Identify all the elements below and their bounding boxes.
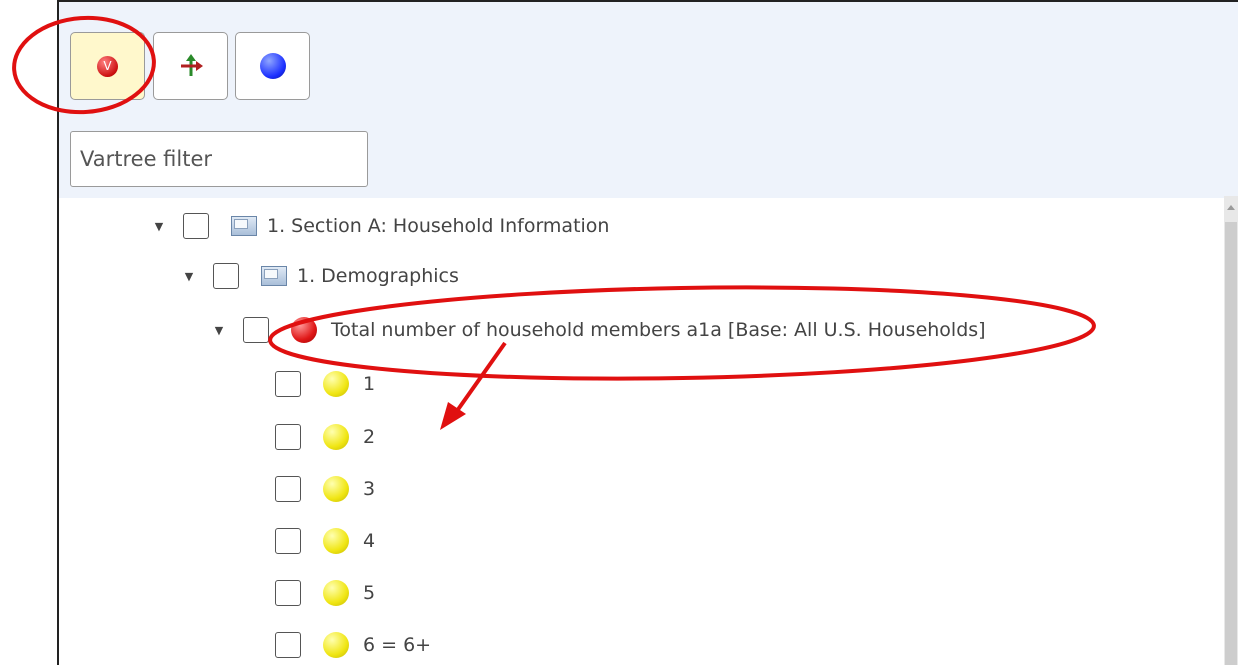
tree-row-value[interactable]: 6 = 6+ — [275, 625, 431, 665]
folder-label: 1. Demographics — [297, 265, 459, 287]
folder-icon — [261, 266, 287, 286]
tree-row-value[interactable]: 1 — [275, 364, 375, 404]
value-label: 3 — [363, 478, 376, 500]
value-checkbox[interactable] — [275, 424, 301, 450]
tree-row-value[interactable]: 3 — [275, 469, 375, 509]
section-label: 1. Section A: Household Information — [267, 215, 610, 237]
vartree-filter-input[interactable] — [70, 131, 368, 187]
scroll-up-arrow-icon[interactable] — [1227, 205, 1235, 210]
move-arrows-icon — [180, 54, 203, 76]
section-checkbox[interactable] — [183, 213, 209, 239]
yellow-ball-icon — [323, 528, 349, 554]
tree-row-value[interactable]: 2 — [275, 417, 375, 457]
vartree-panel: V ▼ 1. Section A: Household Information … — [57, 0, 1238, 665]
blue-dot-icon — [259, 53, 286, 79]
yellow-ball-icon — [323, 632, 349, 658]
value-label: 6 = 6+ — [363, 634, 432, 656]
vartree: ▼ 1. Section A: Household Information ▼ … — [59, 198, 1238, 665]
value-label: 4 — [363, 530, 376, 552]
value-checkbox[interactable] — [275, 528, 301, 554]
red-ball-icon — [291, 317, 317, 343]
variable-icon-glyph: V — [103, 59, 112, 73]
tree-row-value[interactable]: 5 — [275, 573, 375, 613]
yellow-ball-icon — [323, 476, 349, 502]
move-button[interactable] — [153, 32, 228, 100]
tree-row-section[interactable]: ▼ 1. Section A: Household Information — [153, 206, 609, 246]
toolbar: V — [59, 2, 1238, 198]
tree-row-value[interactable]: 4 — [275, 521, 375, 561]
variable-view-button[interactable]: V — [70, 32, 145, 100]
tree-row-variable[interactable]: ▼ Total number of household members a1a … — [213, 310, 986, 350]
folder-checkbox[interactable] — [213, 263, 239, 289]
variable-icon: V — [97, 55, 118, 77]
collapse-triangle-icon[interactable]: ▼ — [213, 324, 225, 337]
value-checkbox[interactable] — [275, 371, 301, 397]
value-label: 1 — [363, 373, 376, 395]
variable-checkbox[interactable] — [243, 317, 269, 343]
scrollbar-thumb[interactable] — [1225, 222, 1237, 665]
yellow-ball-icon — [323, 371, 349, 397]
value-label: 2 — [363, 426, 376, 448]
collapse-triangle-icon[interactable]: ▼ — [153, 220, 165, 233]
blue-dot-button[interactable] — [235, 32, 310, 100]
value-checkbox[interactable] — [275, 580, 301, 606]
value-checkbox[interactable] — [275, 476, 301, 502]
value-label: 5 — [363, 582, 376, 604]
variable-label: Total number of household members a1a [B… — [331, 319, 986, 341]
tree-row-folder[interactable]: ▼ 1. Demographics — [183, 256, 459, 296]
value-checkbox[interactable] — [275, 632, 301, 658]
collapse-triangle-icon[interactable]: ▼ — [183, 270, 195, 283]
yellow-ball-icon — [323, 580, 349, 606]
folder-icon — [231, 216, 257, 236]
yellow-ball-icon — [323, 424, 349, 450]
